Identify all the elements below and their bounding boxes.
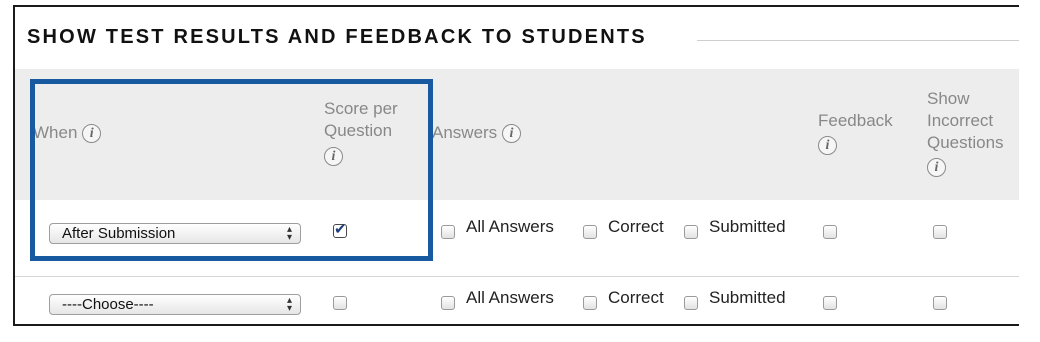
show-incorrect-checkbox[interactable] — [933, 225, 947, 239]
header-show-incorrect: Show Incorrect Questions i — [927, 88, 1004, 178]
header-show-line-2: Incorrect — [927, 111, 994, 130]
title-divider — [697, 40, 1019, 41]
highlight-callout-box — [30, 79, 433, 261]
submitted-checkbox[interactable] — [684, 296, 698, 310]
when-select-value: ----Choose---- — [62, 296, 154, 313]
feedback-info-icon[interactable]: i — [818, 136, 837, 156]
answers-info-icon[interactable]: i — [501, 124, 521, 144]
score-per-question-checkbox[interactable] — [333, 296, 347, 310]
all-answers-label: All Answers — [466, 217, 554, 236]
submitted-checkbox[interactable] — [684, 225, 698, 239]
table-row: ----Choose---- ▴ ▾ All Answers Correct Su… — [15, 277, 1019, 328]
header-answers: Answers i — [432, 122, 521, 144]
when-select[interactable]: ----Choose---- ▴ ▾ — [49, 294, 301, 315]
header-feedback: Feedback i — [818, 110, 893, 156]
correct-label: Correct — [608, 288, 664, 307]
feedback-checkbox[interactable] — [823, 296, 837, 310]
show-incorrect-checkbox[interactable] — [933, 296, 947, 310]
section-title: SHOW TEST RESULTS AND FEEDBACK TO STUDEN… — [27, 26, 647, 48]
header-show-line-1: Show — [927, 89, 970, 108]
feedback-checkbox[interactable] — [823, 225, 837, 239]
correct-checkbox[interactable] — [583, 225, 597, 239]
header-show-line-3: Questions — [927, 133, 1004, 152]
correct-checkbox[interactable] — [583, 296, 597, 310]
test-results-panel: SHOW TEST RESULTS AND FEEDBACK TO STUDEN… — [13, 5, 1019, 326]
select-arrows-icon: ▴ ▾ — [286, 295, 292, 314]
all-answers-label: All Answers — [466, 288, 554, 307]
correct-label: Correct — [608, 217, 664, 236]
all-answers-checkbox[interactable] — [441, 296, 455, 310]
submitted-label: Submitted — [709, 217, 786, 236]
header-answers-label: Answers — [432, 123, 498, 142]
show-incorrect-info-icon[interactable]: i — [927, 158, 946, 178]
all-answers-checkbox[interactable] — [441, 225, 455, 239]
header-feedback-label: Feedback — [818, 111, 893, 130]
submitted-label: Submitted — [709, 288, 786, 307]
